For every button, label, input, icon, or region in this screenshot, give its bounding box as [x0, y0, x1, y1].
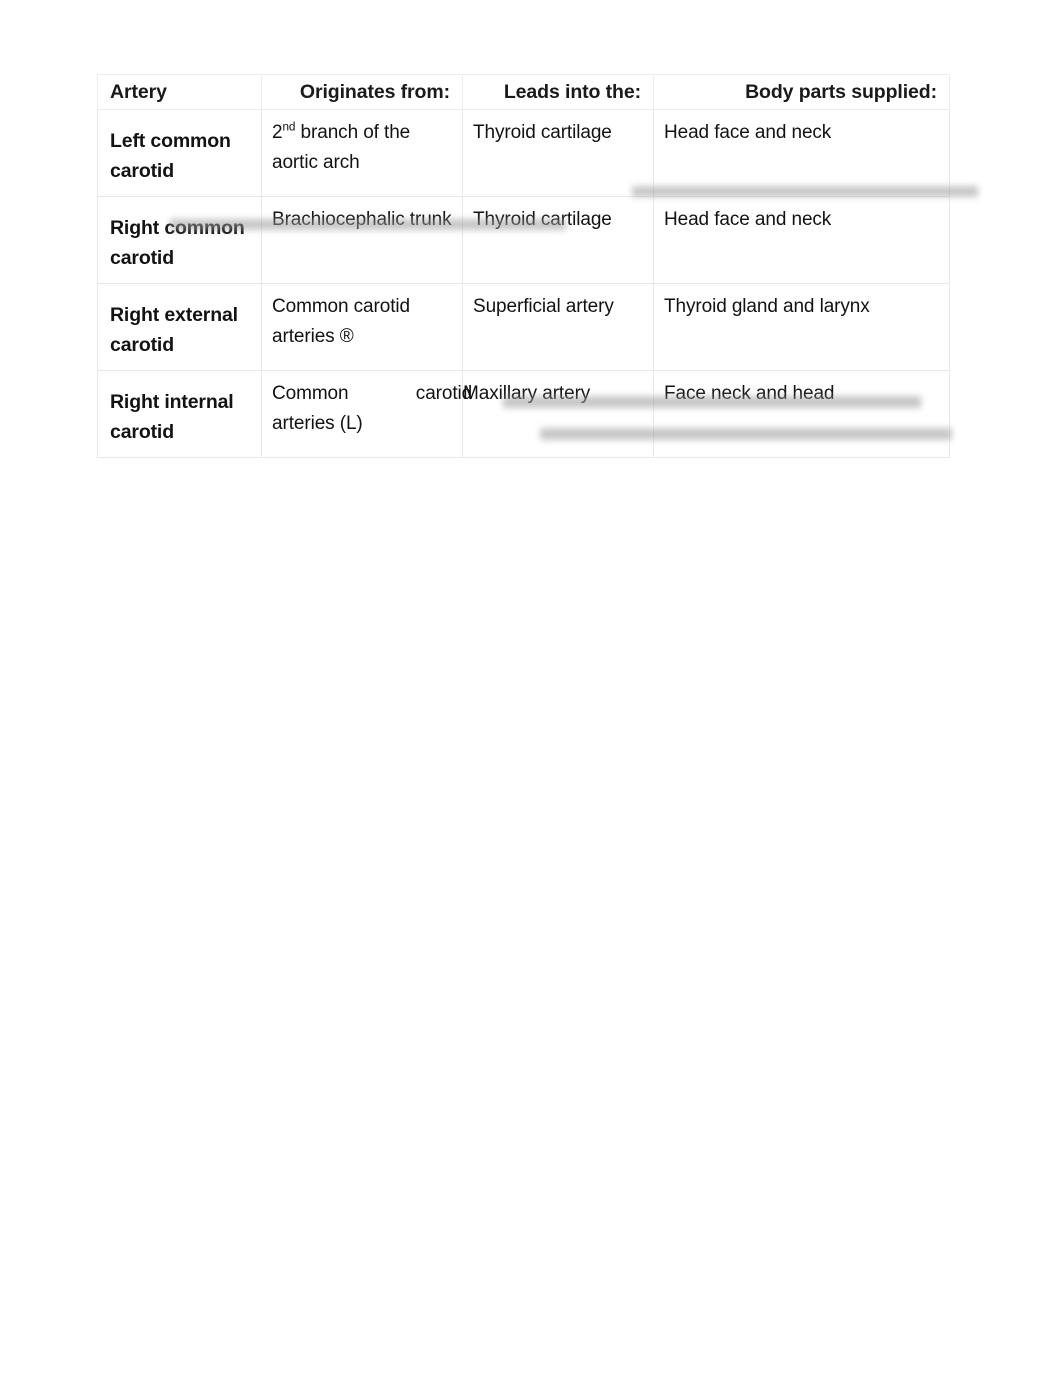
- body-parts-value: Face neck and head: [664, 383, 835, 404]
- cell-originates-from: Common carotid arteries ®: [261, 283, 463, 371]
- originates-from-value: Common carotid arteries ®: [272, 296, 410, 347]
- cell-body-parts: Thyroid gland and larynx: [653, 283, 950, 371]
- header-cell-body-parts: Body parts supplied:: [653, 74, 950, 110]
- cell-artery-name: Left common carotid: [97, 109, 262, 197]
- leads-into-value: Thyroid cartilage: [473, 122, 612, 143]
- originates-from-value: Common carotid arteries (L): [262, 371, 473, 449]
- cell-body-parts: Head face and neck: [653, 196, 950, 284]
- cell-originates-from: 2nd branch of the aortic arch: [261, 109, 463, 197]
- cell-originates-from: Brachiocephalic trunk: [261, 196, 463, 284]
- header-cell-originates: Originates from:: [261, 74, 463, 110]
- originates-number: 2: [272, 122, 283, 143]
- cell-artery-name: Right internal carotid: [97, 370, 262, 458]
- originates-from-value: Brachiocephalic trunk: [272, 209, 452, 230]
- table-row: Right external carotid Common carotid ar…: [97, 283, 950, 371]
- header-cell-leads-into: Leads into the:: [462, 74, 654, 110]
- cell-leads-into: Maxillary artery: [462, 370, 654, 458]
- cell-artery-name: Right external carotid: [97, 283, 262, 371]
- body-parts-value: Thyroid gland and larynx: [664, 296, 870, 317]
- originates-line-2: arteries (L): [272, 413, 363, 434]
- body-parts-value: Head face and neck: [664, 122, 832, 143]
- artery-table: Artery Originates from: Leads into the: …: [97, 74, 950, 458]
- cell-leads-into: Thyroid cartilage: [462, 109, 654, 197]
- cell-leads-into: Superficial artery: [462, 283, 654, 371]
- cell-originates-from: Common carotid arteries (L): [261, 370, 473, 458]
- cell-body-parts: Head face and neck: [653, 109, 950, 197]
- leads-into-value: Thyroid cartilage: [473, 209, 612, 230]
- originates-from-value: 2nd branch of the aortic arch: [262, 110, 462, 188]
- table-row: Left common carotid 2nd branch of the ao…: [97, 109, 950, 197]
- ordinal-suffix: nd: [282, 120, 296, 134]
- leads-into-value: Maxillary artery: [463, 383, 591, 404]
- artery-label: Right external carotid: [110, 304, 238, 356]
- artery-table-container: Artery Originates from: Leads into the: …: [97, 74, 950, 458]
- artery-label: Right common carotid: [110, 217, 245, 269]
- table-row: Right common carotid Brachiocephalic tru…: [97, 196, 950, 284]
- cell-body-parts: Face neck and head: [653, 370, 950, 458]
- artery-label: Left common carotid: [110, 130, 231, 182]
- column-header-originates-from: Originates from:: [299, 81, 450, 103]
- table-row: Right internal carotid Common carotid art…: [97, 370, 950, 458]
- column-header-body-parts: Body parts supplied:: [745, 81, 937, 103]
- artery-label: Right internal carotid: [110, 391, 234, 443]
- leads-into-value: Superficial artery: [473, 296, 614, 317]
- column-header-leads-into: Leads into the:: [503, 81, 641, 103]
- originates-line-1: Common carotid: [272, 383, 473, 404]
- table-header-row: Artery Originates from: Leads into the: …: [97, 74, 950, 110]
- document-page: Artery Originates from: Leads into the: …: [0, 0, 1062, 1377]
- body-parts-value: Head face and neck: [664, 209, 832, 230]
- cell-leads-into: Thyroid cartilage: [462, 196, 654, 284]
- header-cell-artery: Artery: [97, 74, 262, 110]
- column-header-artery: Artery: [110, 81, 167, 103]
- cell-artery-name: Right common carotid: [97, 196, 262, 284]
